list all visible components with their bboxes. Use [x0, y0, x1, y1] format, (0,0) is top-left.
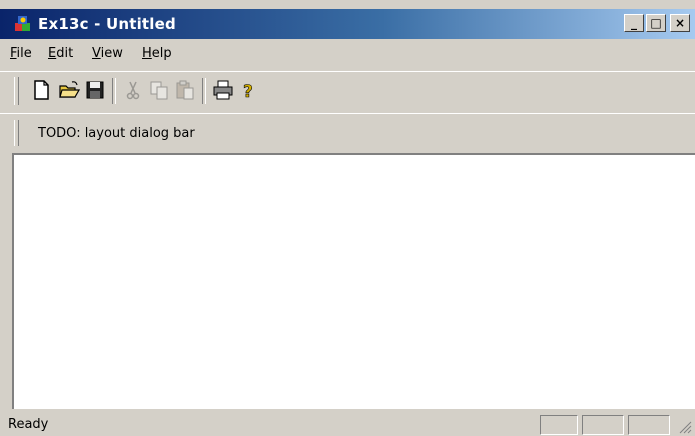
status-pane-scrl [628, 415, 670, 435]
help-question-icon[interactable]: ? [238, 79, 260, 103]
toolbar: ? [0, 71, 695, 110]
status-pane-cap [540, 415, 578, 435]
app-window: Ex13c - Untitled _ □ × File Edit View He… [0, 0, 695, 436]
dialog-bar-label: TODO: layout dialog bar [38, 126, 195, 141]
menu-bar: File Edit View Help [0, 42, 695, 68]
window-title: Ex13c - Untitled [38, 15, 176, 33]
title-bar[interactable]: Ex13c - Untitled _ □ × [0, 9, 695, 39]
toolbar-separator [112, 78, 116, 104]
printer-icon[interactable] [212, 79, 234, 101]
menu-file[interactable]: File [10, 46, 32, 61]
open-folder-icon[interactable] [58, 79, 81, 101]
menu-view[interactable]: View [92, 46, 123, 61]
minimize-button[interactable]: _ [624, 14, 644, 32]
cut-scissors-icon[interactable] [122, 79, 144, 101]
toolbar-separator [202, 78, 206, 104]
status-pane-num [582, 415, 624, 435]
menu-help[interactable]: Help [142, 46, 172, 61]
dialog-bar: TODO: layout dialog bar [0, 113, 695, 152]
maximize-button[interactable]: □ [646, 14, 666, 32]
menu-edit[interactable]: Edit [48, 46, 73, 61]
app-icon[interactable] [14, 14, 32, 32]
svg-text:?: ? [243, 82, 253, 101]
close-button[interactable]: × [670, 14, 690, 32]
status-text: Ready [8, 417, 49, 432]
new-file-icon[interactable] [30, 79, 52, 101]
status-bar: Ready [0, 412, 695, 436]
document-view[interactable] [12, 153, 695, 409]
save-disk-icon[interactable] [84, 79, 106, 101]
toolbar-grip[interactable] [14, 77, 19, 105]
paste-icon[interactable] [174, 79, 196, 101]
dialog-bar-grip[interactable] [14, 120, 19, 146]
copy-icon[interactable] [148, 79, 170, 101]
size-grip-icon[interactable] [676, 418, 692, 434]
